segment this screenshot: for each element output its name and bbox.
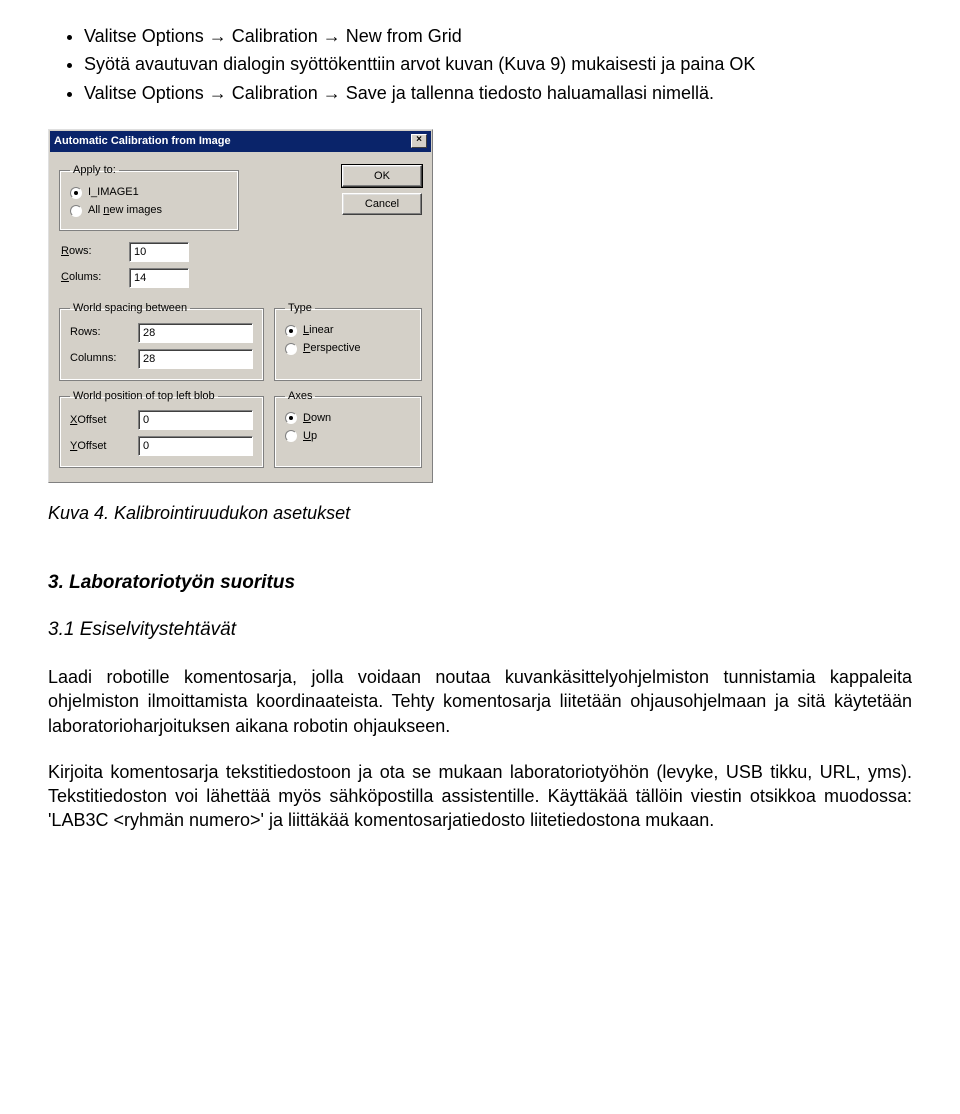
yoffset-input[interactable]: 0 (138, 436, 253, 456)
rows-field: Rows: 10 (61, 241, 422, 263)
subsection-heading: 3.1 Esiselvitystehtävät (48, 617, 912, 643)
list-item: Valitse Options → Calibration → New from… (84, 24, 912, 48)
list-item: Valitse Options → Calibration → Save ja … (84, 81, 912, 105)
radio-icon (285, 325, 297, 337)
dialog-titlebar[interactable]: Automatic Calibration from Image × (50, 131, 431, 152)
group-legend: Type (285, 301, 315, 316)
list-item: Syötä avautuvan dialogin syöttökenttiin … (84, 52, 912, 76)
radio-perspective[interactable]: Perspective (285, 340, 411, 358)
radio-down[interactable]: Down (285, 409, 411, 427)
world-position-group: World position of top left blob XOffset … (59, 389, 264, 469)
dialog-title: Automatic Calibration from Image (54, 134, 231, 149)
radio-label: Linear (303, 323, 334, 338)
ok-button[interactable]: OK (342, 165, 422, 187)
figure-caption: Kuva 4. Kalibrointiruudukon asetukset (48, 501, 912, 525)
section-heading: 3. Laboratoriotyön suoritus (48, 570, 912, 596)
instruction-list: Valitse Options → Calibration → New from… (48, 24, 912, 105)
rows-label: Rows: (61, 244, 121, 259)
yoffset-label: YOffset (70, 439, 130, 454)
paragraph: Kirjoita komentosarja tekstitiedostoon j… (48, 760, 912, 833)
group-legend: World position of top left blob (70, 389, 218, 404)
group-legend: Apply to: (70, 163, 119, 178)
radio-icon (285, 430, 297, 442)
world-spacing-group: World spacing between Rows: 28 Columns: … (59, 301, 264, 381)
radio-label: All new images (88, 203, 162, 218)
type-group: Type Linear Perspective (274, 301, 422, 381)
columns-input[interactable]: 14 (129, 268, 189, 288)
columns-label: Colums: (61, 270, 121, 285)
calibration-dialog: Automatic Calibration from Image × Apply… (48, 129, 433, 484)
xoffset-label: XOffset (70, 413, 130, 428)
radio-all-new-images[interactable]: All new images (70, 202, 228, 220)
radio-image1[interactable]: I_IMAGE1 (70, 184, 228, 202)
radio-icon (70, 187, 82, 199)
spacing-rows-label: Rows: (70, 325, 130, 340)
radio-label: Down (303, 411, 331, 426)
radio-icon (285, 343, 297, 355)
apply-to-group: Apply to: I_IMAGE1 All new images (59, 163, 239, 231)
axes-group: Axes Down Up (274, 389, 422, 469)
spacing-cols-input[interactable]: 28 (138, 349, 253, 369)
radio-icon (285, 412, 297, 424)
spacing-rows-input[interactable]: 28 (138, 323, 253, 343)
radio-label: I_IMAGE1 (88, 185, 139, 200)
spacing-cols-label: Columns: (70, 351, 130, 366)
radio-label: Up (303, 429, 317, 444)
columns-field: Colums: 14 (61, 267, 422, 289)
rows-input[interactable]: 10 (129, 242, 189, 262)
radio-up[interactable]: Up (285, 427, 411, 445)
radio-icon (70, 205, 82, 217)
radio-label: Perspective (303, 341, 360, 356)
group-legend: World spacing between (70, 301, 190, 316)
xoffset-input[interactable]: 0 (138, 410, 253, 430)
cancel-button[interactable]: Cancel (342, 193, 422, 215)
group-legend: Axes (285, 389, 315, 404)
radio-linear[interactable]: Linear (285, 322, 411, 340)
close-icon[interactable]: × (411, 134, 427, 148)
paragraph: Laadi robotille komentosarja, jolla void… (48, 665, 912, 738)
